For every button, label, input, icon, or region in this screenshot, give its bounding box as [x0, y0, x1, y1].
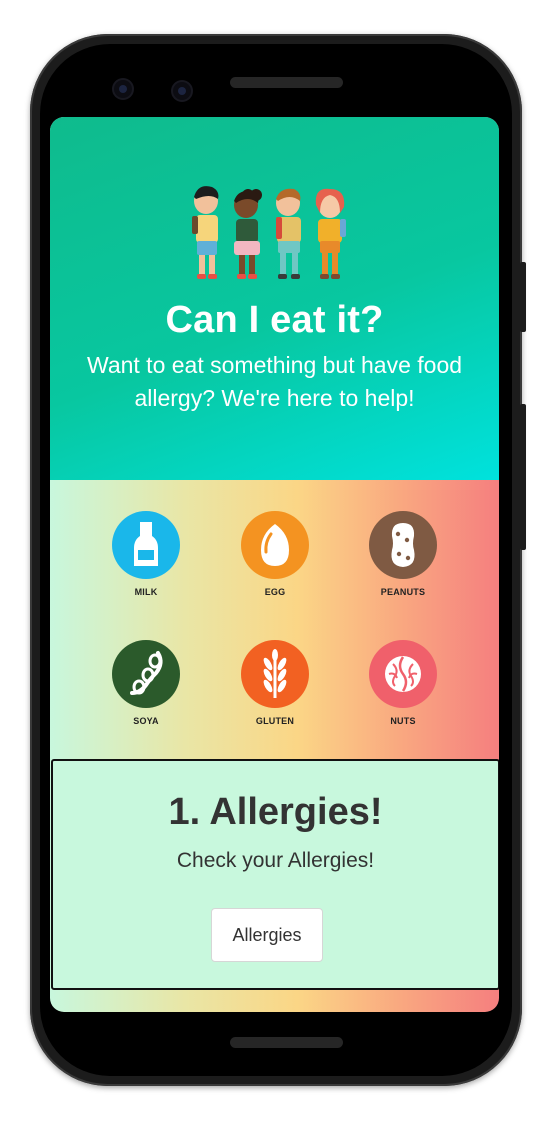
allergies-button[interactable]: Allergies — [211, 908, 323, 962]
allergen-peanuts-circle — [369, 511, 437, 579]
allergies-card: 1. Allergies! Check your Allergies! Alle… — [51, 759, 499, 990]
allergen-nuts[interactable]: NUTS — [358, 640, 448, 726]
allergen-gluten-circle — [241, 640, 309, 708]
kid-1 — [192, 186, 219, 279]
app-tagline: Want to eat something but have food alle… — [86, 352, 463, 411]
allergen-egg-label: EGG — [264, 587, 286, 597]
allergen-egg[interactable]: EGG — [230, 511, 320, 597]
app-title: Can I eat it? — [165, 299, 384, 341]
hero-section: Can I eat it? Want to eat something but … — [50, 117, 499, 480]
milk-bottle-icon — [134, 522, 158, 566]
allergen-peanuts-label: PEANUTS — [380, 587, 426, 597]
kid-2 — [234, 189, 262, 279]
walnut-icon — [385, 656, 421, 692]
bottom-speaker — [230, 1037, 343, 1048]
earpiece-speaker — [230, 77, 343, 88]
kid-4 — [315, 188, 346, 279]
app-screen: Can I eat it? Want to eat something but … — [50, 117, 499, 1012]
card-title: 1. Allergies! — [168, 791, 383, 833]
kids-illustration — [192, 186, 346, 279]
wheat-icon — [263, 649, 287, 698]
soy-bean-icon — [130, 651, 163, 695]
allergen-nuts-circle — [369, 640, 437, 708]
allergen-soya[interactable]: SOYA — [101, 640, 191, 726]
allergen-soya-label: SOYA — [133, 716, 159, 726]
allergen-gluten[interactable]: GLUTEN — [230, 640, 320, 726]
power-button — [520, 262, 526, 332]
sensor-icon — [114, 80, 132, 98]
allergen-milk-circle — [112, 511, 180, 579]
peanut-icon — [391, 523, 415, 567]
allergen-milk-label: MILK — [134, 587, 158, 597]
allergen-soya-circle — [112, 640, 180, 708]
allergen-peanuts[interactable]: PEANUTS — [358, 511, 448, 597]
allergen-milk[interactable]: MILK — [101, 511, 191, 597]
kid-3 — [276, 188, 301, 279]
volume-button — [520, 404, 526, 550]
allergen-egg-circle — [241, 511, 309, 579]
egg-icon — [261, 524, 289, 566]
allergen-nuts-label: NUTS — [390, 716, 416, 726]
card-subtitle: Check your Allergies! — [176, 849, 375, 872]
allergen-gluten-label: GLUTEN — [255, 716, 295, 726]
front-camera-icon — [173, 82, 191, 100]
allergen-grid: MILK EGG PEANUTS SOYA GLUTEN NUTS — [50, 480, 499, 757]
